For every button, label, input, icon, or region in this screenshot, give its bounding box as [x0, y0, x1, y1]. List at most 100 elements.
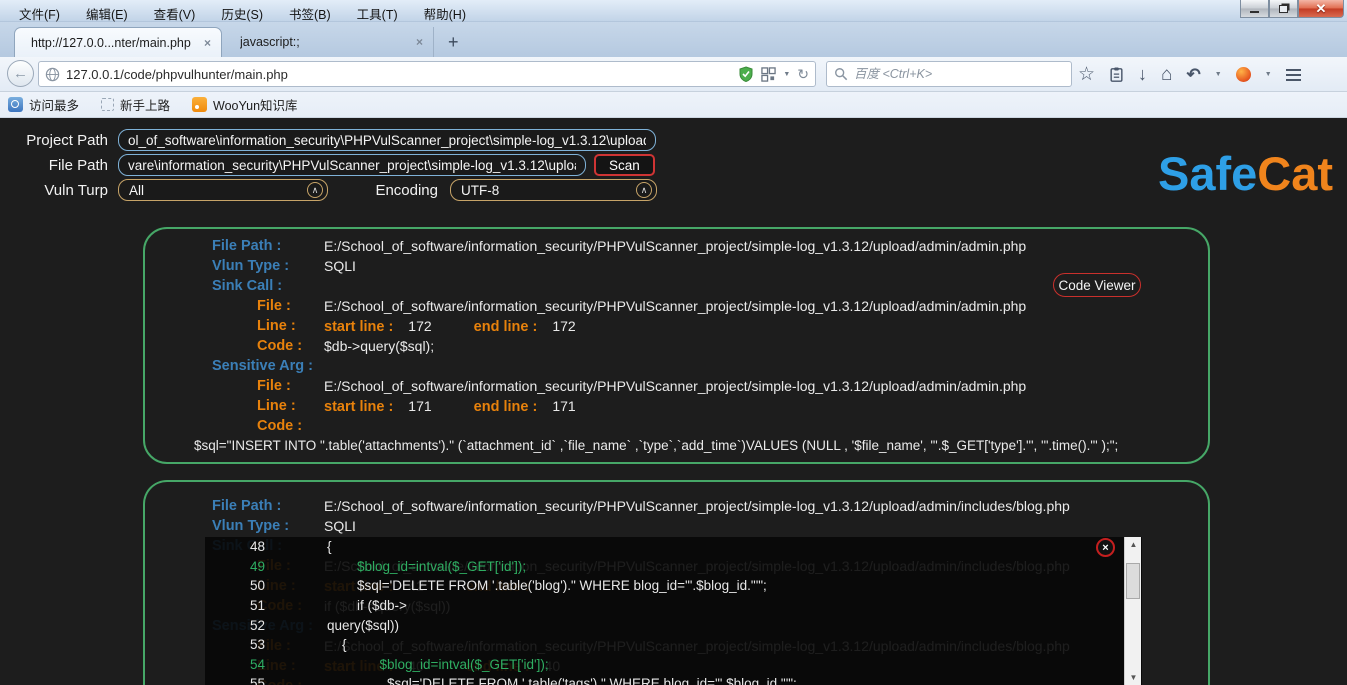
back-arrow-icon: ←	[13, 65, 28, 82]
line-number: 50	[249, 578, 265, 594]
overlay-close-button[interactable]: ×	[1096, 538, 1115, 557]
url-bar[interactable]: ▼ ↻	[38, 61, 816, 87]
bookmark-getting-started[interactable]: 新手上路	[101, 95, 170, 114]
scroll-up-icon[interactable]: ▲	[1125, 537, 1142, 552]
menu-bar: 文件(F) 编辑(E) 查看(V) 历史(S) 书签(B) 工具(T) 帮助(H…	[0, 0, 1347, 22]
search-icon	[835, 68, 848, 81]
bookmark-wooyun[interactable]: WooYun知识库	[192, 95, 298, 114]
overlay-scrollbar[interactable]: ▲ ▼	[1124, 537, 1141, 685]
file-path-label: File Path :	[212, 238, 282, 254]
file-path-input[interactable]	[118, 154, 586, 176]
end-line-label: end line :	[473, 319, 538, 335]
logo-safe: Safe	[1157, 147, 1258, 200]
reload-icon[interactable]: ↻	[797, 66, 809, 83]
logo-cat: Cat	[1257, 147, 1333, 200]
sink-code-value: $db->query($sql);	[324, 338, 435, 354]
code-line: 55 $sql='DELETE FROM '.table('tags')." W…	[205, 674, 1142, 685]
url-input[interactable]	[66, 66, 739, 82]
code-line: 53 {	[205, 635, 1142, 655]
result-panel-1: File Path : E:/School_of_software/informa…	[143, 227, 1210, 464]
restore-dropdown-icon[interactable]: ▼	[1215, 71, 1222, 78]
scroll-down-icon[interactable]: ▼	[1125, 670, 1142, 685]
scrollbar-thumb[interactable]	[1126, 563, 1140, 599]
file-label: File :	[257, 378, 291, 394]
line-number: 52	[249, 617, 265, 633]
bookmark-star-icon[interactable]: ☆	[1078, 63, 1095, 86]
new-tab-button[interactable]: +	[440, 30, 467, 55]
minimize-icon	[1250, 10, 1259, 13]
vuln-type-value: All	[129, 182, 145, 198]
line-number: 48	[249, 539, 265, 555]
line-code: if ($db->	[327, 598, 407, 614]
minimize-button[interactable]	[1240, 0, 1269, 18]
most-visited-icon	[8, 97, 23, 112]
encoding-select[interactable]: UTF-8 ∧	[450, 179, 657, 201]
code-line: 54 $blog_id=intval($_GET['id']);	[205, 655, 1142, 675]
code-viewer-button[interactable]: Code Viewer	[1053, 273, 1141, 297]
window-controls: ✕	[1240, 0, 1344, 18]
start-line-value: 172	[408, 318, 432, 334]
bookmark-most-visited[interactable]: 访问最多	[8, 95, 79, 114]
start-line-label: start line :	[324, 399, 394, 415]
restore-button[interactable]	[1269, 0, 1298, 18]
tab-javascript[interactable]: javascript:; ×	[224, 27, 434, 57]
back-button[interactable]: ←	[7, 60, 34, 87]
scan-button[interactable]: Scan	[594, 154, 655, 176]
tab-main-php[interactable]: http://127.0.0...nter/main.php ×	[14, 27, 222, 57]
sink-file-value: E:/School_of_software/information_securi…	[324, 298, 1027, 314]
line-number: 53	[249, 637, 265, 653]
file-path-value: E:/School_of_software/information_securi…	[324, 238, 1027, 254]
code-line: 51 if ($db->	[205, 596, 1142, 616]
line-code: {	[327, 637, 347, 653]
bookmark-label: 访问最多	[29, 99, 80, 113]
start-line-value: 171	[408, 398, 432, 414]
line-label: Line :	[257, 398, 296, 414]
code-line: 50 $sql='DELETE FROM '.table('blog')." W…	[205, 576, 1142, 596]
bookmarks-menu-icon[interactable]	[1109, 66, 1124, 83]
file-path-value: E:/School_of_software/information_securi…	[324, 498, 1070, 514]
shield-icon[interactable]	[738, 66, 754, 82]
end-line-value: 172	[552, 318, 576, 334]
close-button[interactable]: ✕	[1298, 0, 1344, 18]
home-icon[interactable]: ⌂	[1161, 64, 1172, 86]
project-path-label: Project Path	[26, 132, 108, 149]
line-label: Line :	[257, 318, 296, 334]
vuln-type-label: Vuln Turp	[44, 182, 108, 199]
search-box[interactable]	[826, 61, 1072, 87]
getting-started-icon	[101, 98, 115, 111]
end-line-label: end line :	[473, 399, 538, 415]
close-icon: ×	[1102, 541, 1109, 554]
arg-file-value: E:/School_of_software/information_securi…	[324, 378, 1027, 394]
vuln-type-label: Vlun Type :	[212, 518, 290, 534]
tab-close-icon[interactable]: ×	[204, 36, 211, 50]
safecat-logo: SafeCat	[1158, 146, 1333, 201]
bookmark-label: WooYun知识库	[213, 99, 298, 113]
search-input[interactable]	[854, 67, 1064, 81]
downloads-icon[interactable]: ↓	[1138, 64, 1147, 85]
code-label: Code :	[257, 418, 303, 434]
vuln-type-value: SQLI	[324, 518, 356, 534]
hamburger-menu-icon[interactable]	[1285, 68, 1301, 81]
browser-window: 文件(F) 编辑(E) 查看(V) 历史(S) 书签(B) 工具(T) 帮助(H…	[0, 0, 1347, 685]
restore-icon	[1279, 4, 1288, 13]
chevron-up-icon: ∧	[636, 182, 652, 198]
vuln-type-value: SQLI	[324, 258, 356, 274]
url-dropdown-icon[interactable]: ▼	[783, 71, 790, 78]
line-code: {	[327, 539, 332, 555]
line-code: $sql='DELETE FROM '.table('blog')." WHER…	[327, 578, 767, 594]
code-line: 49 $blog_id=intval($_GET['id']);	[205, 557, 1142, 577]
vuln-type-select[interactable]: All ∧	[118, 179, 328, 201]
addon-dropdown-icon[interactable]: ▼	[1265, 71, 1272, 78]
project-path-input[interactable]	[118, 129, 656, 151]
qr-code-icon[interactable]	[761, 66, 777, 82]
firefox-addon-icon[interactable]	[1235, 67, 1251, 82]
end-line-value: 171	[552, 398, 576, 414]
tab-close-icon[interactable]: ×	[416, 35, 423, 49]
session-restore-icon[interactable]: ↶	[1187, 65, 1201, 85]
wooyun-rss-icon	[192, 97, 208, 112]
start-line-label: start line :	[324, 319, 394, 335]
tab-bar: http://127.0.0...nter/main.php × javascr…	[0, 22, 1347, 57]
line-code: $sql='DELETE FROM '.table('tags')." WHER…	[327, 676, 797, 685]
tab-title: javascript:;	[240, 35, 300, 49]
file-path-label: File Path :	[212, 498, 282, 514]
